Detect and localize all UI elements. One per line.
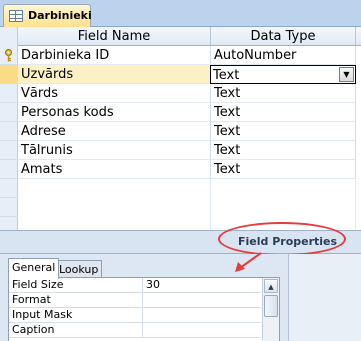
property-row[interactable]: Field Size 30 <box>9 278 261 293</box>
scroll-thumb[interactable] <box>264 295 278 317</box>
row-selector[interactable] <box>0 141 18 160</box>
field-name-cell[interactable]: Amats <box>18 160 211 179</box>
property-help-pane <box>288 254 361 341</box>
data-type-cell[interactable]: Text <box>211 160 356 179</box>
data-type-cell[interactable]: Text <box>211 84 356 103</box>
row-selector[interactable] <box>0 103 18 122</box>
annotation-arrow-icon <box>235 252 262 272</box>
tab-general[interactable]: General <box>8 258 60 279</box>
property-name: Input Mask <box>9 308 143 323</box>
document-tab-bar: Darbinieki <box>0 0 361 28</box>
property-name: Field Size <box>9 278 143 293</box>
tab-label: Darbinieki <box>28 9 92 22</box>
row-selector[interactable] <box>0 84 18 103</box>
field-name-cell[interactable]: Uzvārds <box>18 65 211 84</box>
property-row[interactable]: Input Mask <box>9 308 261 323</box>
chevron-down-icon[interactable]: ▼ <box>339 67 354 82</box>
property-row[interactable]: Caption <box>9 323 261 338</box>
property-value[interactable] <box>143 293 261 308</box>
property-value[interactable] <box>143 323 261 338</box>
property-name: Format <box>9 293 143 308</box>
column-header-field-name[interactable]: Field Name <box>18 27 211 46</box>
property-tabs: General Lookup <box>8 257 248 279</box>
column-header-description[interactable] <box>356 27 361 46</box>
row-selector-current[interactable] <box>0 65 18 84</box>
table-icon <box>9 10 23 22</box>
data-type-cell[interactable]: AutoNumber <box>211 46 356 65</box>
field-name-cell[interactable]: Vārds <box>18 84 211 103</box>
tab-darbinieki[interactable]: Darbinieki <box>3 4 92 28</box>
field-name-cell[interactable]: Darbinieka ID <box>18 46 211 65</box>
row-selector[interactable] <box>0 179 18 198</box>
property-sheet: Field Size 30 Format Input Mask Caption … <box>8 277 280 341</box>
data-type-cell[interactable]: Text <box>211 141 356 160</box>
field-name-cell[interactable]: Tālrunis <box>18 141 211 160</box>
property-name: Caption <box>9 323 143 338</box>
property-scrollbar[interactable]: ▲ <box>262 278 279 341</box>
data-type-cell[interactable]: Text <box>211 122 356 141</box>
table-design-grid: Field Name Data Type Darbinieka ID AutoN… <box>0 27 361 230</box>
row-selector[interactable] <box>0 198 18 217</box>
field-properties-pane: General Lookup Field Size 30 Format Inpu… <box>0 254 361 341</box>
column-header-data-type[interactable]: Data Type <box>211 27 356 46</box>
field-name-cell[interactable]: Adrese <box>18 122 211 141</box>
scroll-up-icon[interactable]: ▲ <box>264 279 278 293</box>
data-type-cell[interactable]: Text <box>211 103 356 122</box>
field-name-cell[interactable]: Personas kods <box>18 103 211 122</box>
property-row[interactable]: Format <box>9 293 261 308</box>
property-value[interactable]: 30 <box>143 278 261 293</box>
data-type-value: Text <box>213 68 240 83</box>
property-value[interactable] <box>143 308 261 323</box>
data-type-dropdown[interactable]: Text ▼ <box>210 65 356 84</box>
row-selector[interactable] <box>0 46 18 65</box>
row-selector[interactable] <box>0 122 18 141</box>
primary-key-icon <box>5 49 12 62</box>
row-selector[interactable] <box>0 160 18 179</box>
